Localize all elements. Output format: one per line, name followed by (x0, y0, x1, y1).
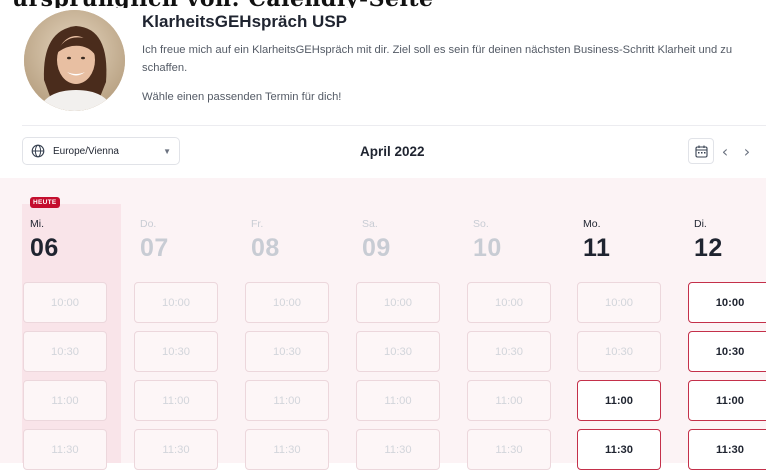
time-slot-disabled: 10:00 (467, 282, 551, 323)
host-avatar (24, 10, 125, 111)
time-slot-disabled: 10:30 (467, 331, 551, 372)
time-slot-disabled: 10:30 (577, 331, 661, 372)
day-number: 06 (30, 234, 59, 262)
globe-icon (31, 144, 45, 158)
time-slot-disabled: 11:00 (245, 380, 329, 421)
calendar-nav: ‹ › (688, 137, 766, 165)
day-number: 10 (473, 234, 502, 262)
time-slot-disabled: 11:00 (467, 380, 551, 421)
day-number: 08 (251, 234, 280, 262)
event-description: Ich freue mich auf ein KlarheitsGEHspräc… (142, 44, 733, 74)
time-slot-available[interactable]: 11:30 (688, 429, 766, 470)
month-label: April 2022 (360, 144, 425, 159)
cropped-header-text: ursprünglich von: Calendly-Seite (12, 0, 482, 8)
today-badge: HEUTE (30, 197, 60, 208)
day-number: 11 (583, 234, 611, 262)
time-slot-available[interactable]: 10:30 (688, 331, 766, 372)
time-slot-disabled: 11:00 (134, 380, 218, 421)
time-slot-available[interactable]: 11:00 (688, 380, 766, 421)
time-slot-disabled: 10:00 (245, 282, 329, 323)
header-divider (22, 125, 766, 126)
day-number: 07 (140, 234, 169, 262)
timezone-select[interactable]: Europe/Vienna ▼ (22, 137, 180, 165)
time-slot-available[interactable]: 11:00 (577, 380, 661, 421)
weekday-label: Di. (694, 218, 707, 230)
time-slot-disabled: 11:30 (134, 429, 218, 470)
day-number: 09 (362, 234, 391, 262)
next-week-button[interactable]: › (736, 142, 758, 161)
time-slot-disabled: 11:00 (23, 380, 107, 421)
time-slot-disabled: 10:00 (356, 282, 440, 323)
time-slot-available[interactable]: 11:30 (577, 429, 661, 470)
day-header-1: Do. 07 (140, 218, 240, 263)
time-slot-disabled: 11:30 (356, 429, 440, 470)
calendar-picker-button[interactable] (688, 138, 714, 164)
day-number: 12 (694, 234, 723, 262)
calendar-icon (694, 145, 708, 158)
day-header-6: Di. 12 (694, 218, 766, 263)
time-slot-disabled: 10:30 (134, 331, 218, 372)
time-slot-disabled: 11:30 (23, 429, 107, 470)
event-instruction: Wähle einen passenden Termin für dich! (142, 91, 342, 103)
time-slot-disabled: 11:30 (467, 429, 551, 470)
day-header-2: Fr. 08 (251, 218, 351, 263)
event-title: KlarheitsGEHspräch USP (142, 12, 348, 31)
time-slot-disabled: 10:30 (356, 331, 440, 372)
time-slot-available[interactable]: 10:00 (688, 282, 766, 323)
time-slot-disabled: 10:00 (577, 282, 661, 323)
time-slot-disabled: 11:00 (356, 380, 440, 421)
prev-week-button[interactable]: ‹ (714, 142, 736, 161)
weekday-label: Fr. (251, 218, 264, 230)
day-header-4: So. 10 (473, 218, 573, 263)
weekday-label: Mi. (30, 218, 44, 230)
day-header-3: Sa. 09 (362, 218, 462, 263)
timezone-value: Europe/Vienna (53, 145, 119, 157)
chevron-down-icon: ▼ (163, 146, 171, 156)
time-slot-disabled: 10:30 (23, 331, 107, 372)
weekday-label: Do. (140, 218, 157, 230)
time-slot-disabled: 10:00 (23, 282, 107, 323)
weekday-label: Mo. (583, 218, 601, 230)
time-slot-disabled: 11:30 (245, 429, 329, 470)
weekday-label: So. (473, 218, 489, 230)
weekday-label: Sa. (362, 218, 378, 230)
time-slot-disabled: 10:30 (245, 331, 329, 372)
day-header-5: Mo. 11 (583, 218, 683, 263)
day-header-0: Mi. 06 (30, 218, 130, 263)
time-slot-disabled: 10:00 (134, 282, 218, 323)
